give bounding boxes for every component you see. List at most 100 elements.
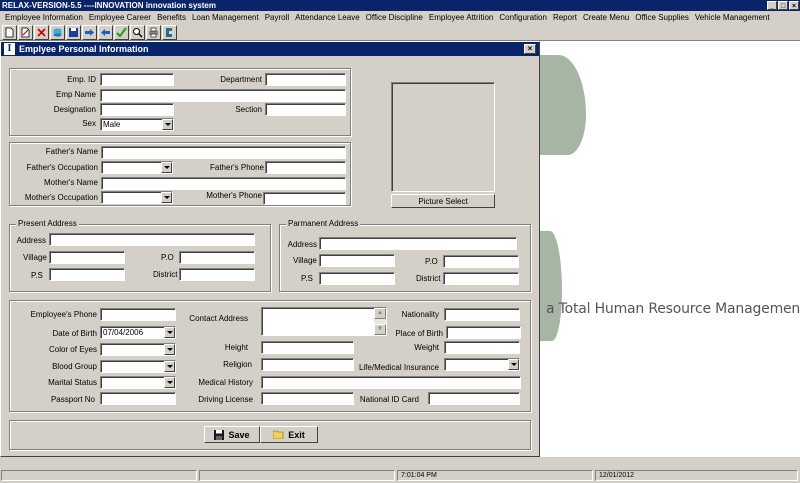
permanent-district-field[interactable]: [443, 272, 519, 285]
chevron-down-icon[interactable]: [164, 327, 175, 338]
emp-id-label: Emp. ID: [67, 75, 96, 84]
app-icon: I: [4, 43, 15, 55]
marital-status-label: Marital Status: [48, 378, 97, 387]
place-of-birth-field[interactable]: [446, 326, 521, 339]
picture-select-button[interactable]: Picture Select: [391, 194, 495, 208]
chevron-down-icon[interactable]: [508, 359, 519, 370]
search-icon[interactable]: [130, 24, 145, 40]
exit-icon[interactable]: [162, 24, 177, 40]
employee-phone-label: Employee's Phone: [30, 310, 97, 319]
nationality-field[interactable]: [444, 308, 520, 321]
present-ps-field[interactable]: [49, 268, 125, 281]
sex-select[interactable]: Male: [100, 118, 174, 131]
menu-attendance-leave[interactable]: Attendance Leave: [292, 13, 363, 22]
menu-benefits[interactable]: Benefits: [154, 13, 189, 22]
color-of-eyes-select[interactable]: [100, 343, 176, 356]
menu-payroll[interactable]: Payroll: [262, 13, 292, 22]
menu-loan-management[interactable]: Loan Management: [189, 13, 262, 22]
present-village-label: Village: [23, 253, 47, 262]
present-village-field[interactable]: [49, 251, 125, 264]
minimize-button[interactable]: _: [767, 1, 777, 10]
fathers-phone-field[interactable]: [265, 161, 346, 174]
exit-button[interactable]: Exit: [260, 426, 318, 443]
menu-employee-information[interactable]: Employee Information: [2, 13, 86, 22]
forward-icon[interactable]: [82, 24, 97, 40]
menu-employee-career[interactable]: Employee Career: [86, 13, 154, 22]
save-icon[interactable]: [66, 24, 81, 40]
folder-icon: [273, 430, 284, 439]
insurance-select[interactable]: [444, 358, 520, 371]
tagline: a Total Human Resource Management: [546, 301, 800, 317]
save-icon: [214, 429, 225, 440]
department-field[interactable]: [265, 73, 346, 86]
permanent-village-field[interactable]: [319, 254, 395, 267]
weight-field[interactable]: [444, 341, 520, 354]
print-icon[interactable]: [146, 24, 161, 40]
dob-value: 07/04/2006: [103, 328, 144, 337]
database-icon[interactable]: [50, 24, 65, 40]
employee-phone-field[interactable]: [100, 308, 176, 321]
present-po-field[interactable]: [179, 251, 255, 264]
section-field[interactable]: [265, 103, 346, 116]
permanent-address-field[interactable]: [319, 237, 517, 250]
mothers-phone-field[interactable]: [263, 192, 346, 205]
check-icon[interactable]: [114, 24, 129, 40]
chevron-down-icon[interactable]: [162, 119, 173, 130]
emp-name-label: Emp Name: [55, 90, 96, 99]
menu-office-supplies[interactable]: Office Supplies: [632, 13, 692, 22]
dob-picker[interactable]: 07/04/2006: [100, 326, 176, 339]
desktop-background: [540, 41, 800, 457]
status-bar: 7:01:04 PM 12/01/2012: [0, 457, 800, 483]
medical-history-field[interactable]: [261, 376, 521, 389]
new-icon[interactable]: [2, 24, 17, 40]
mothers-occupation-label: Mother's Occupation: [24, 193, 98, 202]
app-titlebar: RELAX-VERSION-5.5 ----INNOVATION innovat…: [0, 0, 800, 11]
edit-icon[interactable]: [18, 24, 33, 40]
mothers-name-field[interactable]: [101, 177, 346, 190]
present-address-field[interactable]: [49, 233, 255, 246]
maximize-button[interactable]: □: [778, 1, 788, 10]
close-app-button[interactable]: ×: [789, 1, 799, 10]
designation-field[interactable]: [100, 103, 174, 116]
permanent-po-field[interactable]: [443, 255, 519, 268]
section-label: Section: [235, 105, 262, 114]
nationality-label: Nationality: [401, 310, 439, 319]
medical-history-label: Medical History: [198, 378, 253, 387]
chevron-down-icon[interactable]: [161, 162, 172, 173]
delete-icon[interactable]: [34, 24, 49, 40]
fathers-name-field[interactable]: [101, 146, 346, 159]
menu-configuration[interactable]: Configuration: [496, 13, 550, 22]
menu-office-discipline[interactable]: Office Discipline: [363, 13, 426, 22]
back-icon[interactable]: [98, 24, 113, 40]
passport-field[interactable]: [100, 392, 176, 405]
mothers-occupation-select[interactable]: [101, 191, 173, 204]
menu-employee-attrition[interactable]: Employee Attrition: [426, 13, 496, 22]
emp-name-field[interactable]: [100, 89, 346, 102]
blood-group-select[interactable]: [100, 360, 176, 373]
status-date: 12/01/2012: [595, 470, 798, 481]
menu-create-menu[interactable]: Create Menu: [580, 13, 632, 22]
chevron-down-icon[interactable]: [164, 344, 175, 355]
scroll-up-icon[interactable]: ▲: [374, 308, 386, 319]
national-id-field[interactable]: [428, 392, 520, 405]
menu-vehicle-management[interactable]: Vehicle Management: [692, 13, 773, 22]
close-window-button[interactable]: ×: [524, 44, 536, 54]
chevron-down-icon[interactable]: [161, 192, 172, 203]
window-titlebar: I Emplyee Personal Information ×: [1, 42, 539, 56]
insurance-label: Life/Medical Insurance: [358, 363, 439, 372]
chevron-down-icon[interactable]: [164, 377, 175, 388]
save-button[interactable]: Save: [204, 426, 260, 443]
chevron-down-icon[interactable]: [164, 361, 175, 372]
present-district-field[interactable]: [179, 268, 255, 281]
marital-status-select[interactable]: [100, 376, 176, 389]
permanent-ps-field[interactable]: [319, 272, 395, 285]
contact-address-textarea[interactable]: ▲ ▼: [261, 307, 387, 336]
mothers-phone-label: Mother's Phone: [206, 191, 262, 200]
emp-id-field[interactable]: [100, 73, 174, 86]
app-title: RELAX-VERSION-5.5 ----INNOVATION innovat…: [2, 1, 216, 10]
color-of-eyes-label: Color of Eyes: [48, 345, 97, 354]
fathers-occupation-select[interactable]: [101, 161, 173, 174]
menu-report[interactable]: Report: [550, 13, 580, 22]
leaf-graphic: [540, 55, 586, 155]
height-field[interactable]: [261, 341, 354, 354]
